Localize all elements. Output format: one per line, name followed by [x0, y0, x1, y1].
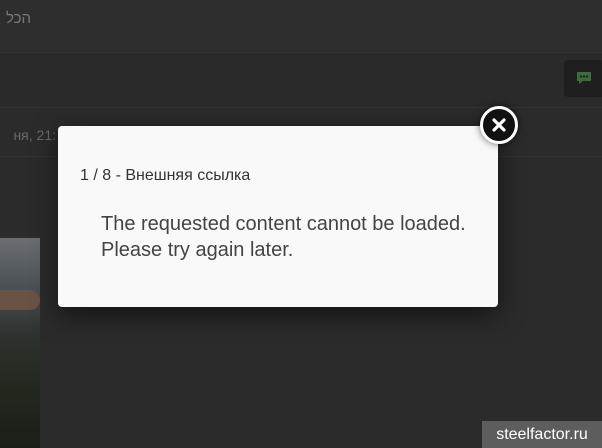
- close-button[interactable]: [480, 106, 518, 144]
- background-photo: [0, 238, 40, 448]
- error-message-line-1: The requested content cannot be loaded.: [101, 213, 466, 235]
- photo-detail: [0, 290, 40, 310]
- modal-title: 1 / 8 - Внешняя ссылка: [80, 167, 251, 184]
- background-header: הכל: [0, 0, 602, 53]
- site-watermark: steelfactor.ru: [482, 421, 602, 448]
- background-date: ня, 21:: [13, 127, 56, 143]
- chat-button: [564, 60, 602, 97]
- background-toolbar: [0, 53, 602, 108]
- error-message: The requested content cannot be loaded. …: [101, 211, 481, 263]
- close-icon: [492, 118, 506, 132]
- error-message-line-2: Please try again later.: [101, 239, 294, 261]
- lightbox-modal: 1 / 8 - Внешняя ссылка The requested con…: [58, 126, 498, 307]
- chat-bubble-icon: [577, 72, 591, 84]
- background-page-title: הכל: [5, 10, 31, 27]
